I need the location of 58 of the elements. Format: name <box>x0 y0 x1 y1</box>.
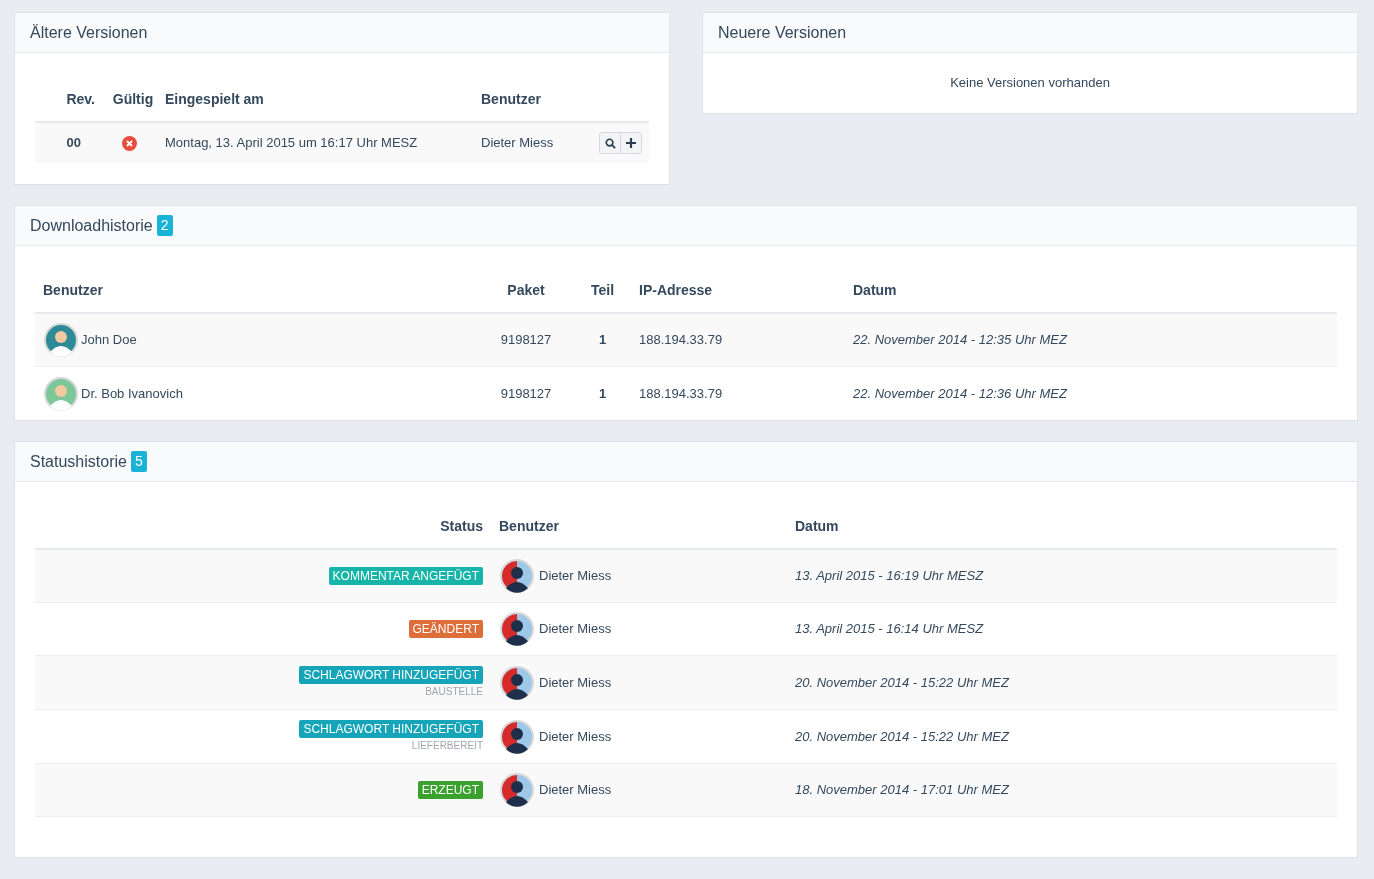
revision-number: 00 <box>65 134 81 153</box>
column-header: Paket <box>506 280 546 300</box>
status-label: GEÄNDERT <box>408 620 483 638</box>
table-cell-text: 9198127 <box>499 331 553 350</box>
table-cell-text: 9198127 <box>499 384 553 403</box>
empty-message: Keine Versionen vorhanden <box>950 74 1110 93</box>
table-cell-text: 22. November 2014 - 12:35 Uhr MEZ <box>853 331 1067 350</box>
avatar-icon <box>499 558 535 594</box>
status-label: KOMMENTAR ANGEFÜGT <box>328 567 483 585</box>
column-header: Eingespielt am <box>165 89 265 109</box>
table-cell-text: 13. April 2015 - 16:14 Uhr MESZ <box>795 620 984 639</box>
column-header: Teil <box>589 280 616 300</box>
panel-title: Statushistorie <box>30 451 127 472</box>
status-label: ERZEUGT <box>417 781 483 799</box>
user-name: John Doe <box>81 331 137 350</box>
table-cell-text: 188.194.33.79 <box>639 331 724 350</box>
table-cell-text: Dieter Miess <box>481 134 555 153</box>
table-cell-text: Montag, 13. April 2015 um 16:17 Uhr MESZ <box>165 134 419 153</box>
column-header: IP-Adresse <box>639 280 714 300</box>
column-header: Benutzer <box>481 89 541 109</box>
avatar-icon <box>499 718 535 755</box>
table-cell-text: 1 <box>597 331 608 350</box>
table-cell-text: 20. November 2014 - 15:22 Uhr MEZ <box>795 673 1009 692</box>
avatar-icon <box>43 375 79 412</box>
column-header: Benutzer <box>498 516 560 536</box>
table-cell-text: 13. April 2015 - 16:19 Uhr MESZ <box>795 567 984 586</box>
column-header: Benutzer <box>42 280 104 300</box>
table-cell-text: 188.194.33.79 <box>639 384 724 403</box>
avatar-icon <box>499 611 535 647</box>
column-header: Status <box>439 516 483 536</box>
search-icon <box>604 137 616 149</box>
status-label: SCHLAGWORT HINZUGEFÜGT <box>299 665 483 684</box>
user-name: Dieter Miess <box>539 673 612 692</box>
user-name: Dr. Bob Ivanovich <box>81 384 183 403</box>
tag-text: LIEFERBEREIT <box>411 738 483 753</box>
column-header: Rev. <box>65 89 96 109</box>
avatar-icon <box>43 322 79 358</box>
table-cell-text: 20. November 2014 - 15:22 Uhr MEZ <box>795 727 1009 746</box>
avatar-icon <box>499 664 535 701</box>
column-header: Gültig <box>111 89 155 109</box>
panel-title: Downloadhistorie <box>30 215 153 236</box>
column-header: Datum <box>853 280 897 300</box>
count-badge: 5 <box>130 451 147 472</box>
user-name: Dieter Miess <box>539 620 612 639</box>
tag-text: BAUSTELLE <box>425 684 483 699</box>
plus-icon <box>626 138 636 148</box>
panel-title: Ältere Versionen <box>30 22 148 43</box>
status-label: SCHLAGWORT HINZUGEFÜGT <box>299 719 483 738</box>
count-badge: 2 <box>156 215 173 236</box>
table-cell-text: 1 <box>597 384 608 403</box>
table-cell-text: 22. November 2014 - 12:36 Uhr MEZ <box>853 384 1067 403</box>
user-name: Dieter Miess <box>539 781 612 800</box>
table-cell-text: 18. November 2014 - 17:01 Uhr MEZ <box>795 781 1009 800</box>
user-name: Dieter Miess <box>539 567 612 586</box>
user-name: Dieter Miess <box>539 727 612 746</box>
panel-title: Neuere Versionen <box>718 22 847 43</box>
avatar-icon <box>499 772 535 808</box>
column-header: Datum <box>795 516 839 536</box>
